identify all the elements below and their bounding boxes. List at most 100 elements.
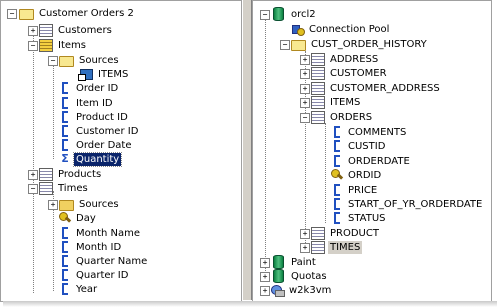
pane-splitter[interactable]: [242, 0, 252, 300]
node-label: Quarter ID: [76, 269, 129, 281]
tree-node-paint[interactable]: Paint: [271, 255, 318, 269]
tree-node-month-id[interactable]: Month ID: [59, 240, 123, 254]
logical-table-icon: [39, 23, 53, 37]
node-label: Sources: [79, 54, 119, 66]
tree-node-address[interactable]: ADDRESS: [311, 52, 380, 66]
physical-table-icon: [311, 240, 325, 254]
node-label: Month ID: [76, 241, 122, 253]
expand-toggle[interactable]: +: [300, 229, 310, 239]
tree-node-month-name[interactable]: Month Name: [59, 226, 142, 240]
tree-node-customer-address[interactable]: CUSTOMER_ADDRESS: [311, 81, 442, 95]
column-icon: [62, 111, 68, 123]
tree-node-comments[interactable]: COMMENTS: [331, 125, 408, 139]
tree-node-order-date[interactable]: Order Date: [59, 138, 134, 152]
expand-toggle[interactable]: +: [260, 272, 270, 282]
node-label: PRICE: [348, 184, 378, 196]
node-label: Item ID: [76, 97, 113, 109]
table-source-icon: [78, 68, 93, 81]
tree-node-start-of-yr-orderdate[interactable]: START_OF_YR_ORDERDATE: [331, 197, 484, 211]
column-icon: [62, 241, 68, 253]
tree-node-quotas[interactable]: Quotas: [271, 269, 329, 283]
expand-toggle[interactable]: +: [300, 55, 310, 65]
tree-node-customers[interactable]: Customers: [39, 23, 114, 37]
collapse-toggle[interactable]: −: [48, 56, 58, 66]
tree-node-orders[interactable]: ORDERS: [311, 110, 374, 124]
expand-toggle[interactable]: +: [260, 286, 270, 296]
node-label: START_OF_YR_ORDERDATE: [348, 198, 483, 210]
tree-node-times[interactable]: Times: [39, 181, 90, 195]
expand-toggle[interactable]: +: [260, 258, 270, 268]
measure-sigma-icon: Σ: [61, 152, 69, 165]
key-icon: [331, 169, 343, 181]
collapse-toggle[interactable]: −: [260, 10, 270, 20]
database-icon: [273, 269, 284, 283]
tree-node-items-source[interactable]: ITEMS: [78, 67, 130, 81]
tree-node-custid[interactable]: CUSTID: [331, 139, 387, 153]
expand-toggle[interactable]: +: [300, 98, 310, 108]
tree-node-product-id[interactable]: Product ID: [59, 110, 130, 124]
tree-node-orcl2[interactable]: orcl2: [271, 7, 318, 21]
tree-node-items[interactable]: ITEMS: [311, 95, 362, 109]
node-label: STATUS: [348, 212, 386, 224]
physical-layer-tree[interactable]: − orcl2 Connection Pool − CUST_ORDER_HIS…: [252, 0, 492, 302]
column-icon: [334, 198, 340, 210]
expand-toggle[interactable]: +: [300, 69, 310, 79]
tree-node-quarter-name[interactable]: Quarter Name: [59, 254, 149, 268]
tree-node-customer-orders-2[interactable]: Customer Orders 2: [19, 6, 136, 20]
node-label: Sources: [79, 198, 119, 210]
tree-node-ordid[interactable]: ORDID: [331, 168, 383, 182]
tree-line: [325, 123, 326, 223]
tree-node-orderdate[interactable]: ORDERDATE: [331, 154, 412, 168]
tree-node-day[interactable]: Day: [59, 211, 98, 225]
node-label-selected: Quantity: [72, 151, 123, 167]
physical-table-icon: [311, 110, 325, 124]
tree-node-customer[interactable]: CUSTOMER: [311, 66, 389, 80]
database-icon: [273, 7, 284, 21]
tree-node-item-id[interactable]: Item ID: [59, 96, 115, 110]
tree-node-status[interactable]: STATUS: [331, 211, 388, 225]
node-label: Day: [76, 212, 96, 224]
node-label: ORDERDATE: [348, 155, 410, 167]
node-label: Customers: [58, 24, 112, 36]
physical-table-icon: [311, 81, 325, 95]
node-label: CUSTOMER: [330, 67, 387, 79]
tree-node-times[interactable]: TIMES: [311, 240, 363, 254]
tree-node-year[interactable]: Year: [59, 282, 99, 296]
tree-node-sources[interactable]: Sources: [59, 53, 121, 67]
node-label: ITEMS: [330, 96, 361, 108]
node-label: Times: [58, 182, 88, 194]
connection-pool-icon: [291, 23, 305, 36]
expand-toggle[interactable]: +: [300, 243, 310, 253]
expand-toggle[interactable]: +: [48, 200, 58, 210]
node-label: CUST_ORDER_HISTORY: [311, 38, 427, 50]
node-label: Quotas: [291, 270, 327, 282]
collapse-toggle[interactable]: −: [28, 41, 38, 51]
tree-node-product[interactable]: PRODUCT: [311, 226, 381, 240]
node-label: CUSTID: [348, 140, 386, 152]
folder-icon: [19, 8, 34, 20]
collapse-toggle[interactable]: −: [7, 9, 17, 19]
tree-node-connection-pool[interactable]: Connection Pool: [291, 22, 391, 36]
tree-node-quarter-id[interactable]: Quarter ID: [59, 268, 130, 282]
tree-node-price[interactable]: PRICE: [331, 183, 379, 197]
tree-node-times-sources[interactable]: Sources: [59, 197, 121, 211]
tree-node-w2k3vm[interactable]: w2k3vm: [271, 283, 333, 297]
expand-toggle[interactable]: +: [300, 84, 310, 94]
physical-table-icon: [311, 226, 325, 240]
column-icon: [334, 212, 340, 224]
node-label: Customer ID: [76, 125, 139, 137]
logical-table-icon: [39, 181, 53, 195]
tree-node-cust-order-history[interactable]: CUST_ORDER_HISTORY: [291, 37, 429, 51]
expand-toggle[interactable]: +: [28, 170, 38, 180]
tree-node-products[interactable]: Products: [39, 167, 103, 181]
collapse-toggle[interactable]: −: [280, 40, 290, 50]
collapse-toggle[interactable]: −: [28, 184, 38, 194]
business-model-tree[interactable]: − Customer Orders 2 + Customers − Items …: [0, 0, 242, 302]
expand-toggle[interactable]: +: [28, 26, 38, 36]
tree-node-order-id[interactable]: Order ID: [59, 81, 120, 95]
collapse-toggle[interactable]: −: [300, 113, 310, 123]
column-icon: [62, 255, 68, 267]
tree-node-quantity[interactable]: Σ Quantity: [59, 151, 123, 167]
tree-node-customer-id[interactable]: Customer ID: [59, 124, 140, 138]
tree-node-items[interactable]: Items: [39, 38, 88, 52]
